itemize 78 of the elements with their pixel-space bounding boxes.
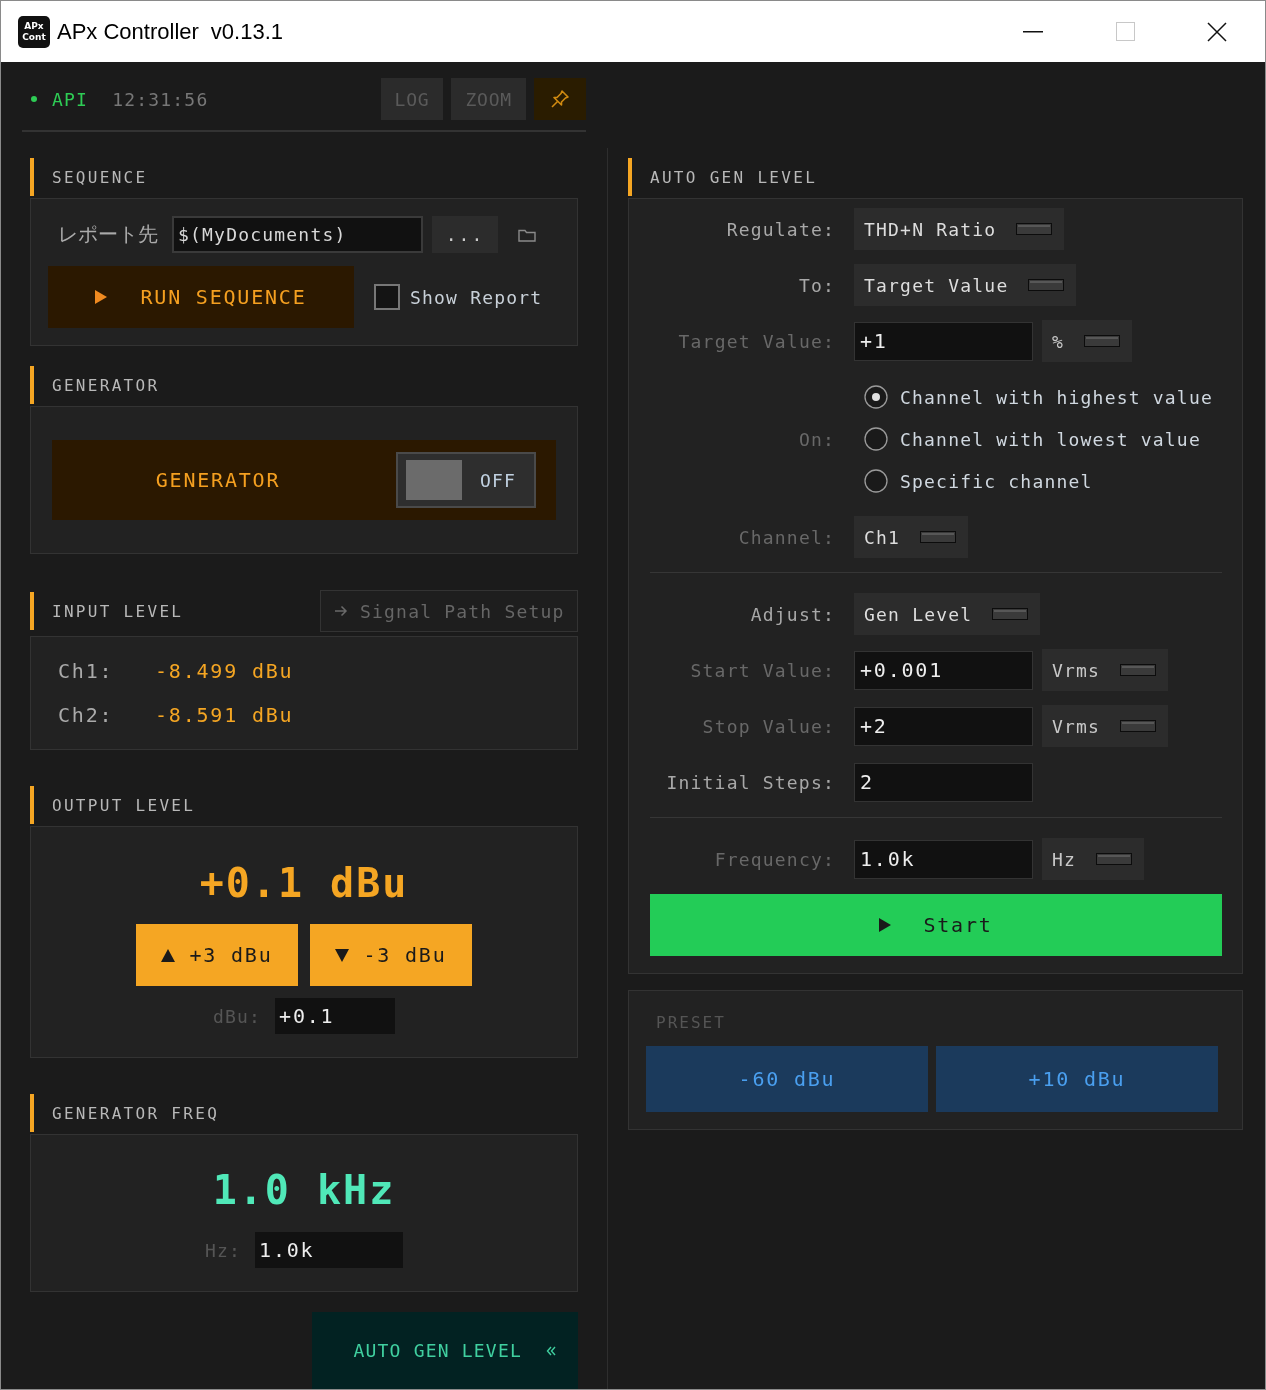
field-label: Frequency: xyxy=(713,848,835,870)
triangle-up-icon xyxy=(161,948,176,962)
auto-gen-level-button[interactable]: AUTO GEN LEVEL xyxy=(312,1312,578,1389)
toggle-knob xyxy=(406,460,462,500)
browse-button[interactable]: ... xyxy=(432,216,498,253)
pin-icon xyxy=(550,89,570,109)
input-field[interactable]: 1.0k xyxy=(854,839,1033,879)
dropdown[interactable]: Gen Level xyxy=(854,593,1041,635)
minimize-icon xyxy=(1023,30,1043,33)
section-title: INPUT LEVEL xyxy=(30,592,184,630)
field-label: To: xyxy=(797,274,835,296)
radio-button[interactable] xyxy=(864,469,888,493)
step-button[interactable]: +3 dBu xyxy=(136,924,298,986)
channel-level-reading: -8.591 dBu xyxy=(155,703,294,727)
input-field[interactable]: 2 xyxy=(854,762,1033,802)
channel-label: Ch2: xyxy=(58,703,115,727)
version-label: v0.13.1 xyxy=(210,18,283,45)
output-level-readout: +0.1 dBu xyxy=(199,859,409,908)
unit-dropdown[interactable]: Hz xyxy=(1042,838,1145,880)
field-label: Target Value: xyxy=(677,330,835,352)
field-label: On: xyxy=(797,428,835,450)
field-label: Stop Value: xyxy=(701,715,835,737)
step-button[interactable]: -3 dBu xyxy=(310,924,472,986)
app-logo: APx Cont xyxy=(18,15,50,48)
dropdown-icon xyxy=(1016,223,1053,235)
checkbox[interactable] xyxy=(374,284,400,310)
radio-button[interactable] xyxy=(864,427,888,451)
unit-dropdown[interactable]: Vrms xyxy=(1042,705,1169,747)
radio-label[interactable]: Channel with highest value xyxy=(900,386,1213,408)
dropdown[interactable]: Ch1 xyxy=(854,516,969,558)
radio-button[interactable] xyxy=(864,385,888,409)
dropdown[interactable]: THD+N Ratio xyxy=(854,208,1065,250)
triangle-down-icon xyxy=(335,948,350,962)
input-field[interactable]: +1 xyxy=(854,321,1033,361)
input-field[interactable]: +2 xyxy=(854,706,1033,746)
field-label: Start Value: xyxy=(689,659,835,681)
path-input-field[interactable]: $(MyDocuments) xyxy=(172,216,423,253)
checkbox-label[interactable]: Show Report xyxy=(410,286,543,308)
generator-label: GENERATOR xyxy=(154,468,282,492)
close-icon xyxy=(1207,21,1227,42)
pin-button[interactable] xyxy=(534,78,586,120)
dropdown-icon xyxy=(992,608,1029,620)
frequency-input-field[interactable]: 1.0k xyxy=(255,1232,404,1268)
radio-label[interactable]: Specific channel xyxy=(900,470,1093,492)
arrow-right-icon xyxy=(334,605,348,617)
folder-icon[interactable] xyxy=(518,227,536,242)
toggle-switch[interactable]: OFF xyxy=(396,452,536,508)
preset-button[interactable]: +10 dBu xyxy=(936,1046,1218,1112)
channel-label: Ch1: xyxy=(58,659,115,683)
double-chevron-left-icon xyxy=(546,1345,556,1356)
unit-dropdown[interactable]: % xyxy=(1042,320,1133,362)
dropdown-icon xyxy=(1120,720,1157,732)
input-field[interactable]: +0.001 xyxy=(854,650,1033,690)
dropdown-icon xyxy=(1084,335,1121,347)
play-icon xyxy=(95,290,108,304)
field-label: Adjust: xyxy=(749,603,835,625)
window-title: APx Controller xyxy=(57,18,199,45)
dropdown-icon xyxy=(1028,279,1065,291)
unit-dropdown[interactable]: Vrms xyxy=(1042,649,1169,691)
radio-label[interactable]: Channel with lowest value xyxy=(900,428,1201,450)
preset-button[interactable]: -60 dBu xyxy=(646,1046,928,1112)
dropdown-icon xyxy=(920,531,957,543)
field-label: Initial Steps: xyxy=(665,771,835,793)
frequency-readout: 1.0 kHz xyxy=(212,1166,396,1215)
field-label: Channel: xyxy=(737,526,835,548)
api-status: API xyxy=(52,88,89,110)
clock-time: 12:31:56 xyxy=(112,88,209,110)
maximize-icon xyxy=(1115,22,1135,41)
report-folder-label: レポート先 xyxy=(57,221,159,248)
play-icon xyxy=(879,918,892,932)
channel-level-reading: -8.499 dBu xyxy=(155,659,294,683)
run-sequence-button[interactable]: RUN SEQUENCE xyxy=(48,266,354,328)
start-button[interactable]: Start xyxy=(650,894,1222,956)
dropdown-icon xyxy=(1096,853,1133,865)
dropdown-icon xyxy=(1120,664,1157,676)
field-label: Regulate: xyxy=(725,218,835,240)
dropdown[interactable]: Target Value xyxy=(854,264,1077,306)
level-input-field[interactable]: +0.1 xyxy=(275,998,396,1034)
